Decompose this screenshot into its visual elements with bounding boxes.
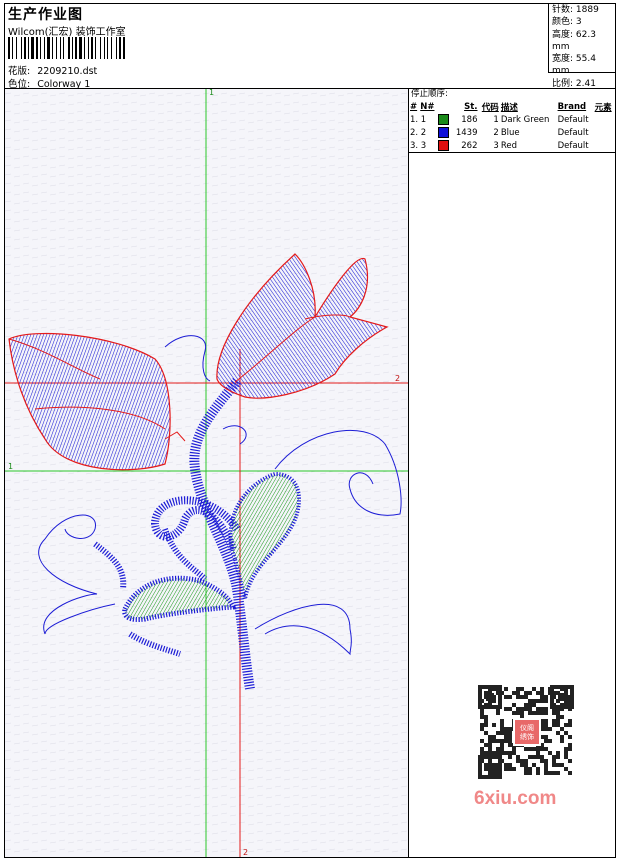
row-num: 3. 3 <box>410 140 427 151</box>
col-brand: Brand <box>557 101 587 112</box>
stop-sequence-heading: 停止顺序: <box>411 89 448 99</box>
row-code: 2 <box>493 127 499 138</box>
col-stitches: St. <box>464 101 478 112</box>
row-desc: Blue <box>500 127 520 138</box>
table-row: 3. 3 262 3 Red Default <box>409 139 615 153</box>
row-stitches: 262 <box>461 140 478 151</box>
qr-code: 仪阁绣饰 <box>470 683 582 781</box>
guide-label-h2: 2 <box>395 374 400 383</box>
barcode <box>8 37 125 59</box>
row-brand: Default <box>557 127 589 138</box>
row-code: 3 <box>493 140 499 151</box>
table-row: 2. 2 1439 2 Blue Default <box>409 126 615 139</box>
col-color <box>437 100 452 113</box>
guide-label-v2: 2 <box>243 848 248 857</box>
table-header-row: # N# St. 代码 描述 Brand 元素 <box>409 100 615 113</box>
header: 生产作业图 Wilcom(汇宏) 装饰工作室 花版: 2209210.dst 色… <box>4 3 616 90</box>
table-row: 1. 1 186 1 Dark Green Default <box>409 113 615 126</box>
stop-sequence-table: # N# St. 代码 描述 Brand 元素 1. 1 186 1 Dark … <box>409 100 615 153</box>
guide-label-v1: 1 <box>209 89 214 97</box>
row-code: 1 <box>493 114 499 125</box>
page-title: 生产作业图 <box>8 7 83 23</box>
design-row: 花版: 2209210.dst <box>8 63 97 77</box>
row-brand: Default <box>557 114 589 125</box>
design-height: 高度: 62.3 mm <box>552 29 596 52</box>
col-needle: N# <box>420 101 435 112</box>
stop-sequence-panel: 停止顺序: # N# St. 代码 描述 Brand 元素 1. 1 186 1… <box>409 89 615 153</box>
row-stitches: 186 <box>461 114 478 125</box>
design-canvas[interactable]: 1 1 2 2 <box>5 89 409 857</box>
col-element: 元素 <box>594 102 612 113</box>
col-desc: 描述 <box>500 102 518 113</box>
color-swatch-red <box>438 140 450 151</box>
col-index: # <box>410 101 418 112</box>
design-width: 宽度: 55.4 mm <box>552 54 596 77</box>
stats-box: 针数: 1889 颜色: 3 高度: 62.3 mm 宽度: 55.4 mm 比… <box>548 3 616 89</box>
colorway-row: 色位: Colorway 1 <box>8 76 90 90</box>
row-desc: Dark Green <box>500 114 550 125</box>
col-code: 代码 <box>481 102 499 113</box>
stitch-count: 针数: 1889 <box>552 5 599 15</box>
embroidery-preview: 1 1 2 2 <box>5 89 408 857</box>
guide-label-h1: 1 <box>8 462 13 471</box>
row-brand: Default <box>557 140 589 151</box>
color-swatch-green <box>438 114 450 125</box>
company-name: Wilcom(汇宏) 装饰工作室 <box>8 27 126 38</box>
row-stitches: 1439 <box>455 127 478 138</box>
color-count: 颜色: 3 <box>552 17 582 28</box>
row-num: 2. 2 <box>410 127 427 138</box>
row-desc: Red <box>500 140 517 151</box>
watermark-text: 6xiu.com <box>474 788 557 809</box>
row-num: 1. 1 <box>410 114 427 125</box>
color-swatch-blue <box>438 127 450 138</box>
